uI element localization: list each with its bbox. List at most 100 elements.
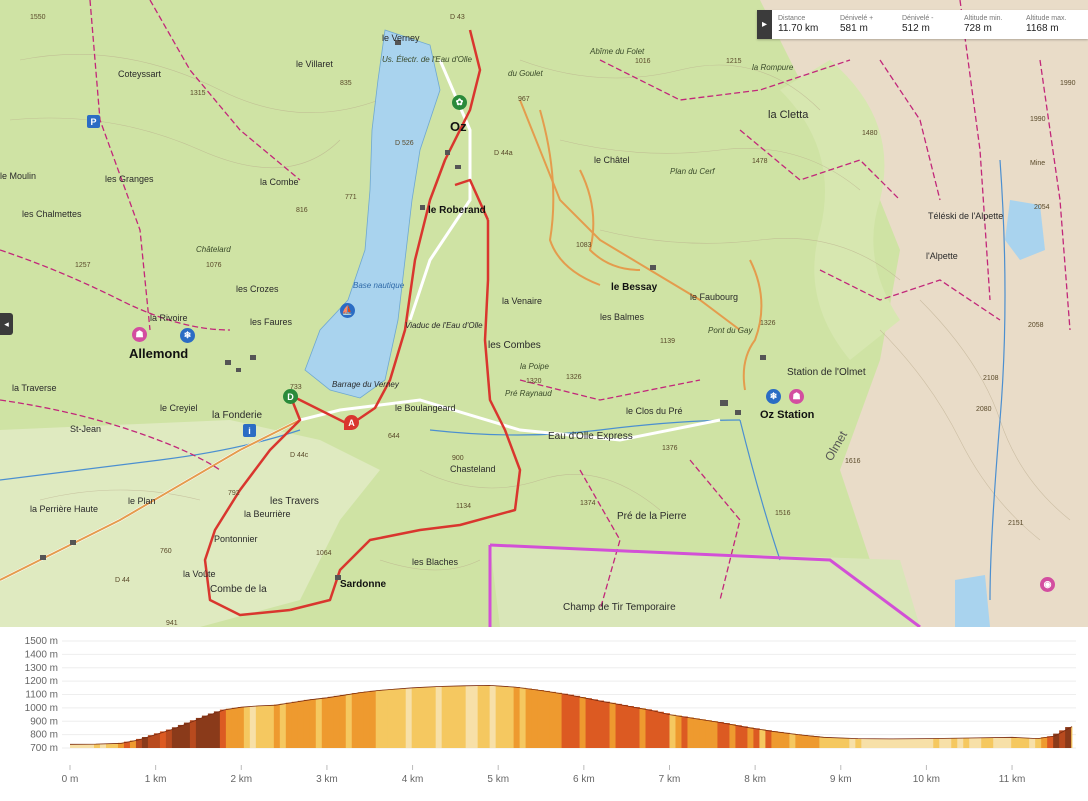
route-start-marker[interactable]: D xyxy=(283,389,298,404)
elev-900: 900 xyxy=(452,455,464,462)
label-les-blaches: les Blaches xyxy=(412,557,459,567)
elevation-profile-chart[interactable]: 1500 m 1400 m 1300 m 1200 m 1100 m 1000 m 900 … xyxy=(0,627,1088,801)
elev-1139: 1139 xyxy=(660,338,676,345)
profile-segment xyxy=(435,686,443,748)
profile-segment xyxy=(369,690,377,748)
label-chatelard: Châtelard xyxy=(196,245,231,254)
profile-segment xyxy=(309,699,317,748)
elevation-profile[interactable]: 1500 m 1400 m 1300 m 1200 m 1100 m 1000 m 900 … xyxy=(0,627,1088,801)
profile-segment xyxy=(897,738,904,748)
profile-segment xyxy=(783,732,790,748)
label-oz-station: Oz Station xyxy=(760,409,815,421)
label-le-creyiel: le Creyiel xyxy=(160,403,198,413)
label-les-crozes: les Crozes xyxy=(236,284,279,294)
profile-segment xyxy=(969,737,976,748)
profile-segment xyxy=(327,696,335,748)
profile-segment xyxy=(483,685,491,748)
label-le-villaret: le Villaret xyxy=(296,59,333,69)
ski-lift-icon[interactable]: ☗ xyxy=(789,389,804,404)
profile-segment xyxy=(687,717,694,748)
base-nautique-icon[interactable]: ⛵ xyxy=(340,303,355,318)
profile-segment xyxy=(975,737,982,748)
x-tick-label: 3 km xyxy=(316,774,338,785)
elev-1064: 1064 xyxy=(316,550,332,557)
label-les-combes: les Combes xyxy=(488,340,541,351)
profile-segment xyxy=(237,707,245,748)
profile-segment xyxy=(795,734,802,748)
y-tick-label: 1500 m xyxy=(25,636,58,647)
profile-segment xyxy=(165,729,173,748)
route-end-marker[interactable]: A xyxy=(344,415,359,430)
profile-segment xyxy=(609,702,616,748)
stat-value: 581 m xyxy=(840,23,868,34)
profile-segment xyxy=(777,731,784,748)
stat-elevation-gain: Dénivelé + 581 m xyxy=(834,14,896,35)
x-tick-label: 6 km xyxy=(573,774,595,785)
profile-segment xyxy=(453,685,461,748)
profile-segment xyxy=(1011,737,1018,748)
profile-segment xyxy=(465,685,473,748)
profile-segment xyxy=(639,708,646,748)
profile-segment xyxy=(1029,738,1036,748)
parking-icon[interactable]: P xyxy=(87,115,100,128)
profile-segment xyxy=(717,722,724,748)
ski-lift-icon[interactable]: ☗ xyxy=(132,327,147,342)
y-tick-label: 900 m xyxy=(30,716,58,727)
profile-segment xyxy=(885,738,892,748)
info-icon[interactable]: i xyxy=(243,424,256,437)
elev-1480: 1480 xyxy=(862,130,878,137)
profile-segment xyxy=(801,734,808,748)
profile-segment xyxy=(303,699,311,748)
label-pontonnier: Pontonnier xyxy=(214,534,258,544)
profile-segment xyxy=(153,733,161,748)
chevron-right-icon[interactable]: ▸ xyxy=(757,10,772,39)
label-la-cletta: la Cletta xyxy=(768,109,809,121)
profile-segment xyxy=(513,687,521,748)
chevron-left-icon[interactable]: ◂ xyxy=(0,313,13,335)
elev-835: 835 xyxy=(340,80,352,87)
elev-1315: 1315 xyxy=(190,90,206,97)
viewpoint-icon[interactable]: ◉ xyxy=(1040,577,1055,592)
elev-1215: 1215 xyxy=(726,58,742,65)
x-tick-label: 8 km xyxy=(744,774,766,785)
profile-segment xyxy=(663,713,670,748)
stat-elevation-loss: Dénivelé - 512 m xyxy=(896,14,958,35)
profile-segment xyxy=(489,685,497,748)
profile-segment xyxy=(849,738,856,748)
profile-segment xyxy=(357,692,365,748)
label-sardonne: Sardonne xyxy=(340,579,387,590)
profile-segment xyxy=(729,724,736,748)
profile-segment xyxy=(99,743,107,748)
profile-segment xyxy=(705,720,712,748)
label-les-travers: les Travers xyxy=(270,496,319,507)
profile-segment xyxy=(861,738,868,748)
label-road-d44c: D 44c xyxy=(290,452,309,459)
label-la-rompure: la Rompure xyxy=(752,63,794,72)
profile-segment xyxy=(285,702,293,748)
profile-segment xyxy=(741,726,748,748)
snowflake-icon[interactable]: ❄ xyxy=(766,389,781,404)
snowflake-icon[interactable]: ❄ xyxy=(180,328,195,343)
profile-segment xyxy=(87,744,95,748)
x-tick-label: 1 km xyxy=(145,774,167,785)
ski-resort-icon[interactable]: ✿ xyxy=(452,95,467,110)
profile-segment xyxy=(819,736,826,748)
profile-segment xyxy=(1017,737,1024,748)
elev-2080: 2080 xyxy=(976,406,992,413)
profile-segment xyxy=(747,727,754,748)
profile-segment xyxy=(531,689,538,748)
elev-1134: 1134 xyxy=(456,503,472,510)
topographic-map[interactable]: D A P ✿ ❄ ☗ ❄ ☗ ⛵ ◉ i Allemond Oz le Rob… xyxy=(0,0,1088,627)
y-tick-label: 1200 m xyxy=(25,676,58,687)
profile-segment xyxy=(753,728,760,748)
elev-2058: 2058 xyxy=(1028,322,1044,329)
profile-segment xyxy=(405,687,413,748)
profile-segment xyxy=(699,719,706,748)
label-pre-de-la-pierre: Pré de la Pierre xyxy=(617,511,687,522)
elev-1376: 1376 xyxy=(662,445,678,452)
profile-segment xyxy=(549,691,556,748)
elev-733: 733 xyxy=(290,384,302,391)
profile-segment xyxy=(447,686,455,748)
profile-segment xyxy=(561,693,568,748)
profile-segment xyxy=(81,744,89,748)
